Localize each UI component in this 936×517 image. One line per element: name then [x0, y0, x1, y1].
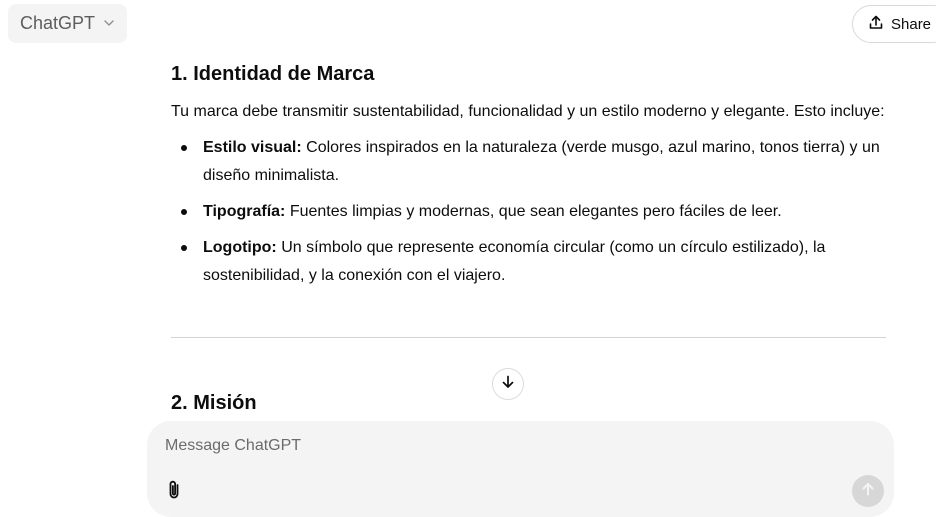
- section-heading: 1. Identidad de Marca: [171, 63, 375, 85]
- bullet-term: Estilo visual:: [203, 139, 302, 156]
- chevron-down-icon: [101, 13, 115, 34]
- share-icon: [869, 15, 883, 34]
- share-label: Share: [891, 15, 932, 33]
- bullet-list: Estilo visual: Colores inspirados en la …: [171, 134, 887, 290]
- bullet-term: Logotipo:: [203, 239, 277, 256]
- attach-button[interactable]: [161, 479, 187, 505]
- arrow-up-icon: [860, 481, 876, 502]
- bullet-dot: [181, 209, 187, 215]
- model-label: ChatGPT: [20, 13, 96, 33]
- list-item: Estilo visual: Colores inspirados en la …: [171, 134, 887, 190]
- bullet-text: Fuentes limpias y modernas, que sean ele…: [285, 203, 782, 220]
- message-input[interactable]: Message ChatGPT: [165, 437, 301, 455]
- chat-page: ChatGPT Share 1. Identidad de Marca Tu m…: [0, 0, 936, 517]
- send-button[interactable]: [852, 475, 884, 507]
- model-switcher-button[interactable]: ChatGPT: [8, 4, 128, 43]
- bullet-dot: [181, 145, 187, 151]
- bullet-text: Un símbolo que represente economía circu…: [203, 239, 826, 284]
- section-intro: Tu marca debe transmitir sustentabilidad…: [171, 103, 885, 120]
- paperclip-icon: [166, 479, 182, 506]
- scroll-to-bottom-button[interactable]: [492, 368, 524, 400]
- message-composer: Message ChatGPT: [147, 421, 894, 517]
- list-item: Tipografía: Fuentes limpias y modernas, …: [171, 198, 887, 226]
- bullet-term: Tipografía:: [203, 203, 286, 220]
- arrow-down-icon: [500, 374, 516, 395]
- section-heading: 2. Misión: [171, 392, 257, 414]
- bullet-text: Colores inspirados en la naturaleza (ver…: [203, 139, 880, 184]
- list-item: Logotipo: Un símbolo que represente econ…: [171, 234, 887, 290]
- assistant-message: 1. Identidad de Marca Tu marca debe tran…: [171, 60, 887, 298]
- share-button[interactable]: Share: [852, 5, 936, 43]
- bullet-dot: [181, 245, 187, 251]
- section-divider: [171, 337, 886, 338]
